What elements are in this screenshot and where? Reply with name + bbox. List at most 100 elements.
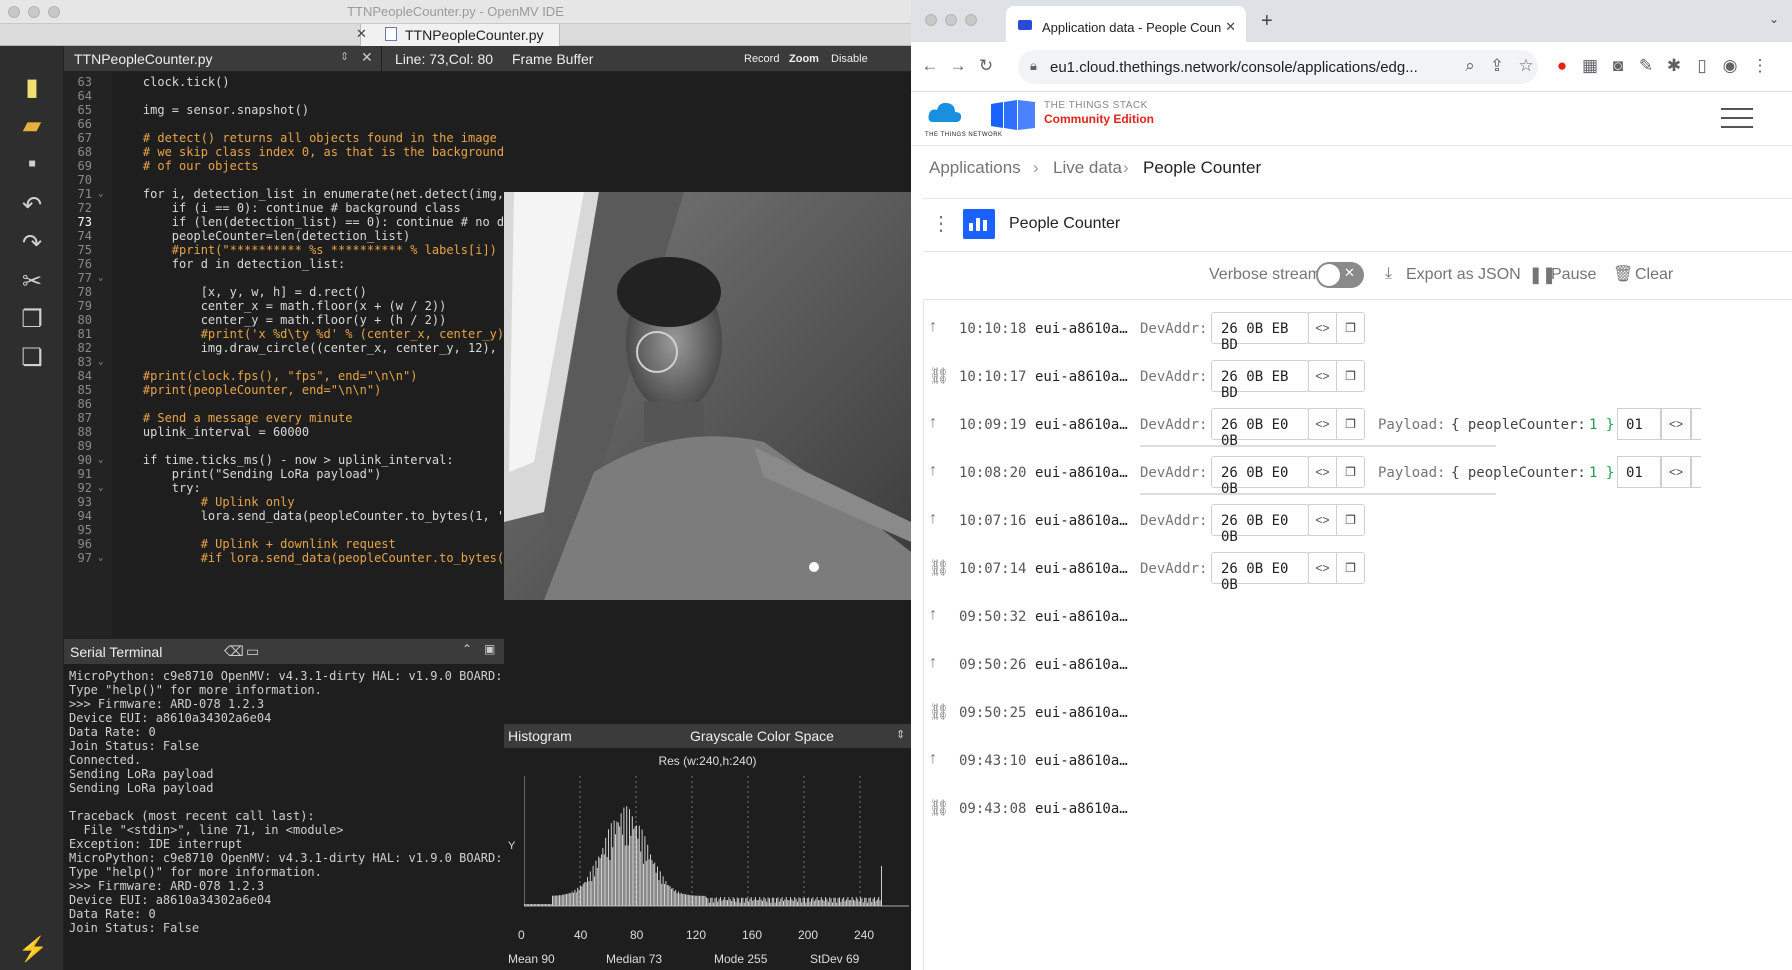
close-editor-icon[interactable]: ✕	[361, 49, 373, 66]
more-vertical-icon[interactable]: ⋮	[931, 211, 951, 236]
qr-code-icon[interactable]: ▦	[1579, 56, 1601, 76]
cut-icon[interactable]: ✂	[18, 268, 46, 296]
copy-icon[interactable]	[1691, 456, 1701, 488]
undo-icon[interactable]: ↶	[18, 192, 46, 220]
event-device-id[interactable]: eui-a8610a…	[1035, 417, 1128, 433]
browser-tab[interactable]: Application data - People Coun ✕	[1006, 6, 1246, 42]
browser-zoom-button[interactable]	[965, 14, 977, 26]
histogram-bar	[864, 897, 866, 906]
event-row[interactable]: ↑ 10:09:19 eui-a8610a… DevAddr: 26 0B E0 0B <…	[923, 404, 1792, 449]
maximize-icon[interactable]: ▣	[484, 642, 495, 656]
fold-chevron-icon[interactable]: ⌄	[98, 550, 103, 566]
reload-icon[interactable]: ↻	[975, 56, 997, 76]
open-folder-icon[interactable]: ▰	[18, 112, 46, 140]
trash-icon[interactable]: 🗑︎	[1613, 264, 1633, 284]
code-editor[interactable]: 63 clock.tick() 64 65 img = sensor.snapsho…	[64, 72, 504, 638]
color-space-select[interactable]: Grayscale Color Space	[690, 728, 834, 744]
kebab-menu-icon[interactable]: ⋮	[1749, 56, 1771, 76]
breadcrumb-applications[interactable]: Applications	[929, 158, 1021, 178]
breadcrumb-live-data[interactable]: Live data	[1053, 158, 1122, 178]
copy-icon[interactable]: ❐	[1336, 312, 1365, 344]
event-row[interactable]: ⛓︎ 09:43:08 eui-a8610a…	[923, 788, 1792, 832]
camera-icon[interactable]: ◙	[1607, 56, 1629, 76]
copy-icon[interactable]: ❐	[18, 306, 46, 334]
event-row[interactable]: ↑ 09:50:26 eui-a8610a…	[923, 644, 1792, 688]
connect-icon[interactable]: ⚡	[18, 936, 48, 964]
chevron-down-icon[interactable]: ⌄	[1769, 12, 1779, 26]
event-row[interactable]: ↑ 09:50:32 eui-a8610a…	[923, 596, 1792, 640]
ttn-cloud-logo[interactable]	[927, 100, 963, 130]
histogram-bar	[526, 904, 528, 906]
copy-icon[interactable]: ❐	[1336, 408, 1365, 440]
copy-icon[interactable]	[1691, 408, 1701, 440]
new-tab-icon[interactable]: +	[1261, 10, 1273, 33]
code-toggle-icon[interactable]: <>	[1308, 408, 1337, 440]
file-select-chevron-icon[interactable]: ⇕	[340, 50, 349, 63]
event-device-id[interactable]: eui-a8610a…	[1035, 705, 1128, 721]
code-toggle-icon[interactable]: <>	[1308, 312, 1337, 344]
code-toggle-icon[interactable]: <>	[1308, 456, 1337, 488]
collapse-icon[interactable]: ⌃	[462, 642, 472, 656]
save-icon[interactable]: ▪	[18, 150, 46, 178]
code-toggle-icon[interactable]: <>	[1308, 504, 1337, 536]
zoom-button[interactable]: Zoom	[789, 53, 819, 65]
things-stack-logo[interactable]	[991, 100, 1035, 130]
event-device-id[interactable]: eui-a8610a…	[1035, 561, 1128, 577]
event-device-id[interactable]: eui-a8610a…	[1035, 369, 1128, 385]
event-row[interactable]: ↑ 10:07:16 eui-a8610a… DevAddr: 26 0B E0 0B <…	[923, 500, 1792, 545]
copy-icon[interactable]: ❐	[1336, 456, 1365, 488]
download-icon[interactable]: ⤓	[1385, 265, 1392, 283]
paste-icon[interactable]: ❏	[18, 344, 46, 372]
share-icon[interactable]: ⇪	[1486, 56, 1508, 76]
serial-terminal[interactable]: MicroPython: c9e8710 OpenMV: v4.3.1-dirt…	[64, 664, 504, 970]
profile-avatar[interactable]: ◉	[1719, 56, 1741, 76]
extensions-puzzle-icon[interactable]: ✱	[1663, 56, 1685, 76]
pen-icon[interactable]: ✎	[1635, 56, 1657, 76]
pause-button[interactable]: Pause	[1551, 266, 1596, 284]
disable-button[interactable]: Disable	[831, 53, 868, 65]
copy-icon[interactable]: ❐	[1336, 504, 1365, 536]
redo-icon[interactable]: ↷	[18, 230, 46, 258]
record-button[interactable]: Record	[744, 53, 779, 65]
code-toggle-icon[interactable]: <>	[1308, 552, 1337, 584]
close-tab-icon[interactable]: ✕	[356, 26, 367, 42]
event-device-id[interactable]: eui-a8610a…	[1035, 657, 1128, 673]
event-row[interactable]: ⛓︎ 10:07:14 eui-a8610a… DevAddr: 26 0B E0 0B…	[923, 548, 1792, 593]
close-tab-icon[interactable]: ✕	[1225, 19, 1236, 35]
event-row[interactable]: ↑ 10:10:18 eui-a8610a… DevAddr: 26 0B EB BD <…	[923, 308, 1792, 353]
histogram-bar	[862, 902, 864, 906]
clear-button[interactable]: Clear	[1635, 266, 1673, 284]
event-device-id[interactable]: eui-a8610a…	[1035, 801, 1128, 817]
code-toggle-icon[interactable]: <>	[1661, 456, 1691, 488]
event-row[interactable]: ↑ 09:43:10 eui-a8610a…	[923, 740, 1792, 784]
code-toggle-icon[interactable]: <>	[1661, 408, 1691, 440]
verbose-stream-toggle[interactable]: ✕	[1316, 262, 1364, 288]
code-toggle-icon[interactable]: <>	[1308, 360, 1337, 392]
new-file-icon[interactable]: ▮	[18, 74, 46, 102]
export-json-button[interactable]: Export as JSON	[1406, 266, 1521, 284]
event-device-id[interactable]: eui-a8610a…	[1035, 513, 1128, 529]
event-row[interactable]: ↑ 10:08:20 eui-a8610a… DevAddr: 26 0B E0 0B <…	[923, 452, 1792, 497]
event-device-id[interactable]: eui-a8610a…	[1035, 465, 1128, 481]
copy-icon[interactable]: ❐	[1336, 552, 1365, 584]
back-icon[interactable]: ←	[919, 56, 941, 76]
clear-terminal-icon[interactable]: ⌫	[224, 643, 244, 660]
event-device-id[interactable]: eui-a8610a…	[1035, 609, 1128, 625]
event-row[interactable]: ⛓︎ 09:50:25 eui-a8610a…	[923, 692, 1792, 736]
zoom-search-icon[interactable]: ⌕	[1459, 56, 1481, 76]
file-tab[interactable]: TTNPeopleCounter.py	[360, 24, 560, 46]
hamburger-menu-icon[interactable]	[1721, 106, 1753, 128]
extension-red-icon[interactable]: ●	[1551, 56, 1573, 76]
browser-close-button[interactable]	[925, 14, 937, 26]
bookmark-star-icon[interactable]: ☆	[1515, 56, 1537, 76]
code-line[interactable]: 97 ⌄ #if lora.send_data(peopleCounter.to_…	[64, 550, 504, 566]
forward-icon[interactable]: →	[947, 56, 969, 76]
save-terminal-icon[interactable]: ▭	[246, 643, 259, 660]
browser-minimize-button[interactable]	[945, 14, 957, 26]
chevron-updown-icon[interactable]: ⇕	[896, 728, 905, 741]
event-device-id[interactable]: eui-a8610a…	[1035, 321, 1128, 337]
sidebar-icon[interactable]: ▯	[1691, 56, 1713, 76]
copy-icon[interactable]: ❐	[1336, 360, 1365, 392]
event-device-id[interactable]: eui-a8610a…	[1035, 753, 1128, 769]
event-row[interactable]: ⛓︎ 10:10:17 eui-a8610a… DevAddr: 26 0B EB BD…	[923, 356, 1792, 401]
